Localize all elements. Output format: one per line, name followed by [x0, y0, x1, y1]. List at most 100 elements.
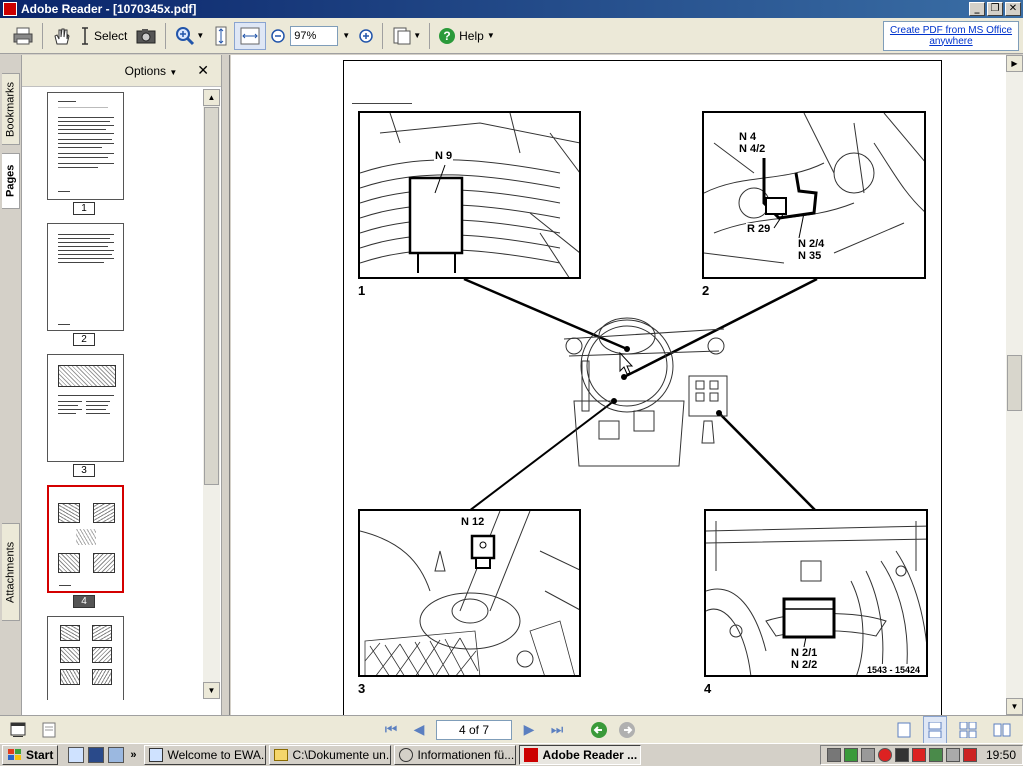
panel-splitter[interactable] [222, 55, 230, 715]
zoom-out-button[interactable] [266, 22, 290, 50]
system-tray: 19:50 [819, 745, 1023, 765]
hand-icon [54, 28, 70, 44]
tray-blocked-icon[interactable] [877, 748, 892, 762]
chevron-down-icon[interactable]: ▼ [196, 31, 204, 40]
tray-volume-icon[interactable] [945, 748, 960, 762]
snapshot-button[interactable] [131, 22, 161, 50]
last-page-button[interactable]: ⏭ [546, 719, 568, 741]
minimize-button[interactable]: _ [969, 2, 985, 16]
ie-icon [149, 748, 164, 762]
tab-bookmarks[interactable]: Bookmarks [2, 73, 20, 145]
page-thumbnail-2[interactable] [47, 223, 124, 331]
page-layout-icon [393, 27, 411, 44]
page-number-label-2[interactable]: 2 [73, 333, 95, 346]
show-panel-button[interactable] [6, 716, 30, 744]
tray-shield-icon[interactable] [928, 748, 943, 762]
callout-n2-2: N 2/2 [790, 659, 819, 671]
tab-attachments[interactable]: Attachments [2, 523, 20, 621]
forward-arrow-icon [619, 721, 635, 738]
internet-explorer-icon[interactable] [68, 747, 85, 763]
hide-panel-button[interactable] [38, 716, 60, 744]
hand-tool-button[interactable] [47, 22, 75, 50]
mercedes-icon [399, 748, 414, 762]
thumbnail-scrollbar[interactable]: ▲ ▼ [203, 89, 220, 699]
continuous-view-button[interactable] [923, 715, 947, 744]
toolbar: Select ▼ 97% ▼ ▼ ? Help ▼ Create PDF fro… [0, 18, 1023, 54]
page-number-label-3[interactable]: 3 [73, 464, 95, 477]
tray-connection-icon[interactable] [962, 748, 977, 762]
previous-page-button[interactable]: ◀ [408, 719, 430, 741]
create-pdf-line1: Create PDF from MS Office [889, 24, 1013, 36]
task-folder[interactable]: C:\Dokumente un... [269, 745, 392, 765]
close-button[interactable]: ✕ [1005, 2, 1021, 16]
title-bar: Adobe Reader - [1070345x.pdf] _ ❐ ✕ [0, 0, 1023, 18]
page-thumbnail-4[interactable] [47, 485, 124, 593]
page-number-label-1[interactable]: 1 [73, 202, 95, 215]
page-thumbnail-1[interactable] [47, 92, 124, 200]
panel-number-1: 1 [358, 283, 366, 298]
page-number-input[interactable]: 4 of 7 [436, 719, 512, 740]
task-adobe-reader[interactable]: Adobe Reader ... [519, 745, 642, 765]
zoom-in-button[interactable] [354, 22, 378, 50]
tab-pages[interactable]: Pages [2, 153, 20, 209]
status-bar: ⏮ ◀ 4 of 7 ▶ ⏭ [0, 715, 1023, 744]
facing-view-button[interactable] [955, 716, 981, 744]
chevron-down-icon: ▼ [486, 31, 495, 40]
options-menu[interactable]: Options ▼ [125, 64, 178, 78]
windows-logo-icon [8, 749, 21, 760]
panel-1-drawing [360, 113, 579, 277]
fit-height-button[interactable] [208, 22, 234, 50]
fit-height-icon [215, 26, 227, 45]
callout-n4-2: N 4/2 [738, 143, 767, 155]
tray-monitor-icon[interactable] [894, 748, 909, 762]
start-button[interactable]: Start [2, 745, 59, 765]
first-page-button[interactable]: ⏮ [380, 719, 402, 741]
callout-n35: N 35 [797, 250, 823, 262]
task-informationen[interactable]: Informationen fü... [394, 745, 517, 765]
close-panel-icon[interactable]: ✕ [197, 62, 209, 79]
document-vertical-scrollbar[interactable]: ▶ ▼ [1006, 55, 1023, 715]
toolbar-separator [429, 22, 431, 49]
scroll-down-button[interactable]: ▼ [203, 682, 220, 699]
tray-device-icon[interactable] [860, 748, 875, 762]
restore-button[interactable]: ❐ [987, 2, 1003, 16]
page-number-label-4[interactable]: 4 [73, 595, 95, 608]
scroll-down-button[interactable]: ▼ [1006, 698, 1023, 715]
single-page-icon [897, 722, 911, 737]
page-layout-button[interactable]: ▼ [387, 22, 425, 50]
zoom-in-tool-button[interactable]: ▼ [170, 22, 208, 50]
scroll-thumb[interactable] [1007, 355, 1022, 411]
facing-pages-button[interactable] [989, 716, 1015, 744]
select-tool-button[interactable]: Select [75, 22, 131, 50]
quicklaunch-app-icon[interactable] [108, 747, 125, 763]
tray-network-icon[interactable] [826, 748, 841, 762]
quicklaunch-more-button[interactable]: » [130, 749, 136, 761]
tray-security-icon[interactable] [911, 748, 926, 762]
chevron-down-icon: ▼ [342, 31, 351, 40]
callout-r29: R 29 [746, 223, 772, 235]
panel-number-4: 4 [704, 681, 712, 696]
zoom-level-input[interactable]: 97% [290, 25, 339, 46]
folder-icon [274, 749, 289, 761]
pages-panel: Options ▼ ✕ 1 2 3 4 ▲ ▼ [22, 55, 222, 715]
fit-width-button[interactable] [234, 21, 267, 50]
clock[interactable]: 19:50 [986, 748, 1016, 762]
next-page-button[interactable]: ▶ [518, 719, 540, 741]
page-thumbnail-5[interactable] [47, 616, 124, 700]
previous-view-button[interactable] [588, 719, 610, 741]
zoom-dropdown-button[interactable]: ▼ [338, 22, 354, 50]
excel-icon[interactable] [88, 747, 105, 763]
tray-app-icon[interactable] [843, 748, 858, 762]
next-view-button[interactable] [616, 719, 638, 741]
scroll-thumb[interactable] [204, 107, 219, 485]
zoom-out-icon [271, 28, 286, 43]
scroll-up-button[interactable]: ▲ [203, 89, 220, 106]
task-ewa[interactable]: Welcome to EWA... [144, 745, 267, 765]
create-pdf-link[interactable]: Create PDF from MS Office anywhere [883, 20, 1019, 51]
print-button[interactable] [8, 22, 38, 50]
page-thumbnail-3[interactable] [47, 354, 124, 462]
help-button[interactable]: ? Help ▼ [434, 22, 499, 50]
scroll-up-button[interactable]: ▶ [1006, 55, 1023, 72]
zoom-in-icon [359, 28, 373, 43]
single-page-view-button[interactable] [893, 716, 915, 744]
